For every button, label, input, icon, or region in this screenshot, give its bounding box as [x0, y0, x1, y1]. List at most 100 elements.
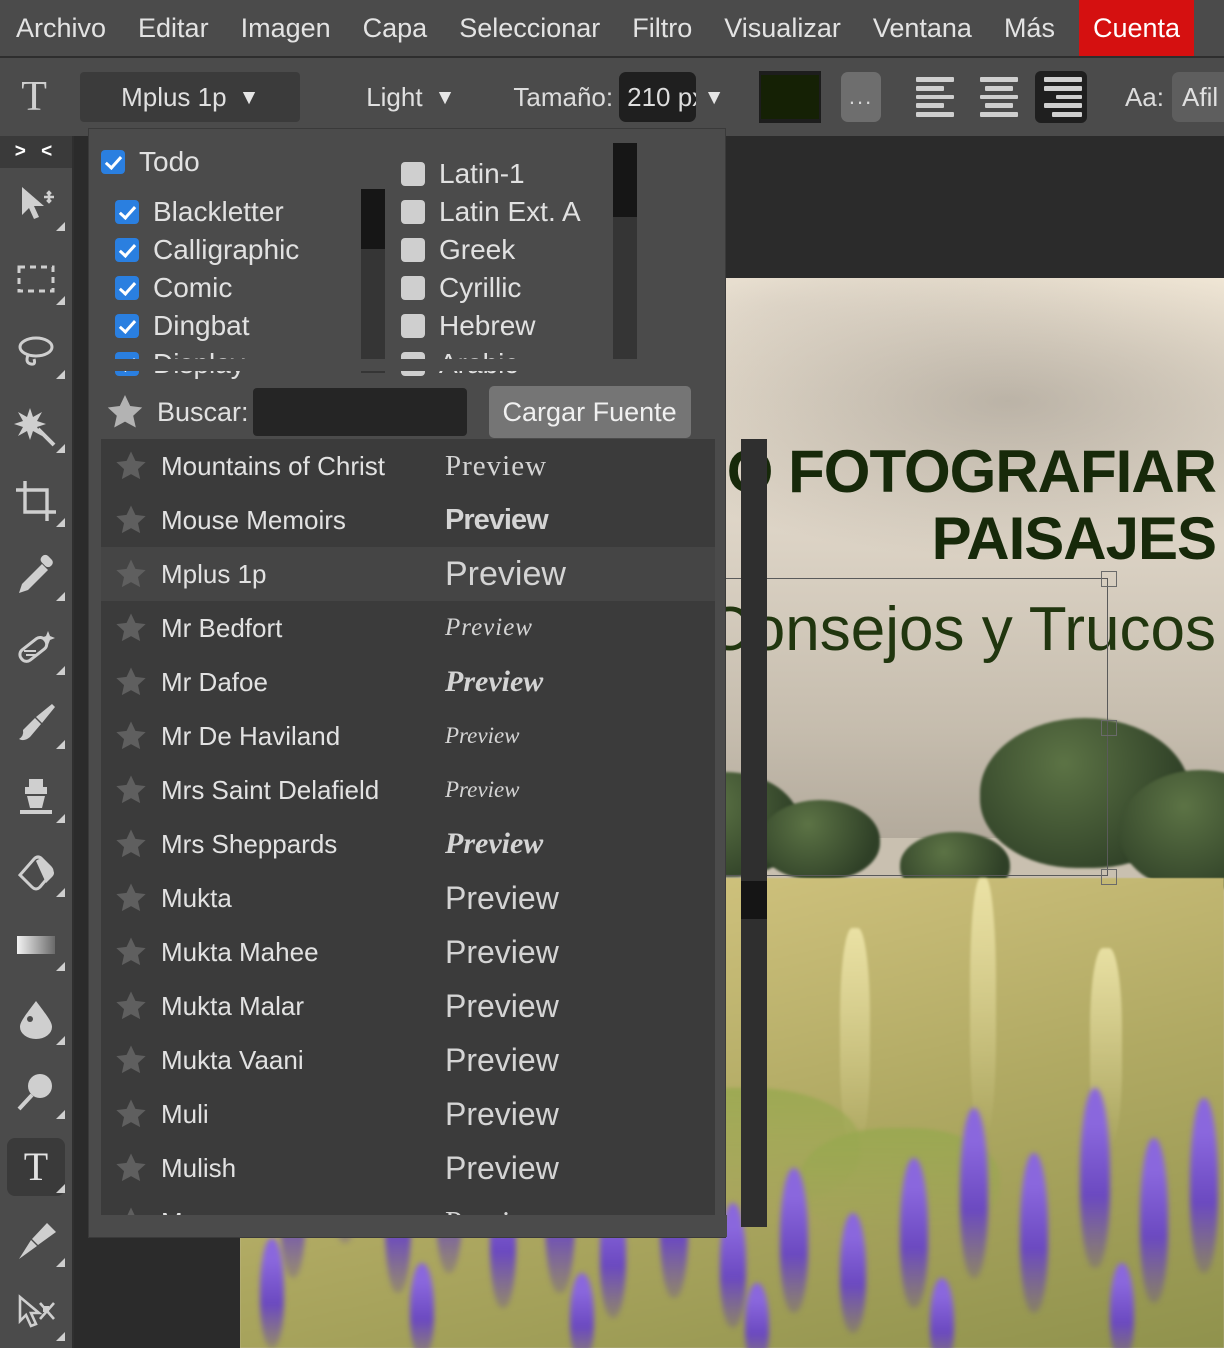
gradient-tool[interactable]: [0, 908, 72, 982]
more-options-button[interactable]: ...: [841, 72, 881, 122]
menu-item-archivo[interactable]: Archivo: [0, 0, 122, 57]
font-list-item[interactable]: Mukta Vaani Preview: [101, 1033, 715, 1087]
font-list-item[interactable]: Mr Dafoe Preview: [101, 655, 715, 709]
path-select-tool[interactable]: [0, 1278, 72, 1348]
font-list-scrollbar-thumb[interactable]: [741, 881, 767, 919]
checkbox-icon-latin1[interactable]: [401, 162, 425, 186]
checkbox-icon-hebrew[interactable]: [401, 314, 425, 338]
favorite-star-icon[interactable]: [103, 390, 147, 434]
eraser-tool[interactable]: [0, 834, 72, 908]
font-list-item-selected[interactable]: Mplus 1p Preview: [101, 547, 715, 601]
menu-item-imagen[interactable]: Imagen: [225, 0, 347, 57]
favorite-star-icon[interactable]: [111, 446, 151, 486]
checkbox-row-cyrillic[interactable]: Cyrillic: [401, 269, 621, 307]
font-list[interactable]: Mountains of Christ Preview Mouse Memoir…: [101, 439, 715, 1227]
font-size-input[interactable]: 210 px: [619, 72, 696, 122]
checkbox-row-todo[interactable]: Todo: [101, 143, 351, 181]
font-list-item[interactable]: Mrs Saint Delafield Preview: [101, 763, 715, 817]
checkbox-row-greek[interactable]: Greek: [401, 231, 621, 269]
paintbrush-tool[interactable]: [0, 686, 72, 760]
font-preview: Preview: [445, 1041, 559, 1078]
favorite-star-icon[interactable]: [111, 770, 151, 810]
favorite-star-icon[interactable]: [111, 554, 151, 594]
pen-tool[interactable]: [0, 1204, 72, 1278]
checkbox-row-dingbat[interactable]: Dingbat: [115, 307, 351, 345]
menu-item-filtro[interactable]: Filtro: [616, 0, 708, 57]
font-list-scrollbar[interactable]: [741, 439, 767, 1227]
checkbox-row-blackletter[interactable]: Blackletter: [115, 193, 351, 231]
selection-handle-top-right[interactable]: [1101, 571, 1117, 587]
favorite-star-icon[interactable]: [111, 1040, 151, 1080]
checkbox-icon-blackletter[interactable]: [115, 200, 139, 224]
checkbox-row-comic[interactable]: Comic: [115, 269, 351, 307]
favorite-star-icon[interactable]: [111, 716, 151, 756]
favorite-star-icon[interactable]: [111, 1094, 151, 1134]
font-list-item[interactable]: Mrs Sheppards Preview: [101, 817, 715, 871]
magic-wand-tool[interactable]: [0, 390, 72, 464]
favorite-star-icon[interactable]: [111, 500, 151, 540]
text-color-swatch[interactable]: [758, 71, 822, 123]
font-list-item[interactable]: Mukta Malar Preview: [101, 979, 715, 1033]
checkbox-icon-cyrillic[interactable]: [401, 276, 425, 300]
load-font-button[interactable]: Cargar Fuente: [488, 386, 691, 438]
category-scrollbar-left-thumb[interactable]: [361, 189, 385, 249]
favorite-star-icon[interactable]: [111, 1148, 151, 1188]
font-list-item[interactable]: Mukta Preview: [101, 871, 715, 925]
clone-stamp-tool[interactable]: [0, 760, 72, 834]
align-left-button[interactable]: [911, 71, 963, 123]
menu-item-mas[interactable]: Más: [988, 0, 1071, 57]
category-scrollbar-left[interactable]: [361, 189, 385, 373]
font-list-item[interactable]: Mukta Mahee Preview: [101, 925, 715, 979]
category-scrollbar-right-thumb[interactable]: [613, 143, 637, 217]
antialias-dropdown[interactable]: Afil: [1172, 72, 1224, 122]
menu-item-seleccionar[interactable]: Seleccionar: [443, 0, 616, 57]
font-list-item[interactable]: Mr De Haviland Preview: [101, 709, 715, 763]
favorite-star-icon[interactable]: [111, 662, 151, 702]
menu-item-editar[interactable]: Editar: [122, 0, 225, 57]
crop-tool[interactable]: [0, 464, 72, 538]
align-right-button[interactable]: [1034, 71, 1087, 123]
checkbox-icon-calligraphic[interactable]: [115, 238, 139, 262]
menu-item-visualizar[interactable]: Visualizar: [708, 0, 857, 57]
lasso-tool[interactable]: [0, 316, 72, 390]
healing-brush-tool[interactable]: [0, 612, 72, 686]
text-tool[interactable]: T: [0, 1130, 72, 1204]
favorite-star-icon[interactable]: [111, 824, 151, 864]
account-button[interactable]: Cuenta: [1078, 0, 1195, 56]
favorite-star-icon[interactable]: [111, 878, 151, 918]
favorite-star-icon[interactable]: [111, 608, 151, 648]
category-scrollbar-right[interactable]: [613, 143, 637, 359]
move-tool[interactable]: [0, 168, 72, 242]
font-list-item[interactable]: Mr Bedfort Preview: [101, 601, 715, 655]
selection-handle-middle-right[interactable]: [1101, 720, 1117, 736]
blur-tool[interactable]: [0, 982, 72, 1056]
font-list-item[interactable]: Mulish Preview: [101, 1141, 715, 1195]
eyedropper-tool[interactable]: [0, 538, 72, 612]
menu-item-capa[interactable]: Capa: [347, 0, 444, 57]
menu-item-ventana[interactable]: Ventana: [857, 0, 988, 57]
font-search-input[interactable]: [252, 388, 467, 436]
marquee-tool[interactable]: [0, 242, 72, 316]
font-list-item[interactable]: Mouse Memoirs Preview: [101, 493, 715, 547]
collapse-palette-button[interactable]: > <: [0, 136, 72, 168]
checkbox-row-latin1[interactable]: Latin-1: [401, 155, 621, 193]
favorite-star-icon[interactable]: [111, 932, 151, 972]
font-list-item[interactable]: Mountains of Christ Preview: [101, 439, 715, 493]
photo-editor-window: Archivo Editar Imagen Capa Seleccionar F…: [0, 0, 1224, 1348]
selection-handle-bottom-right[interactable]: [1101, 869, 1117, 885]
font-size-chevron-down-icon[interactable]: ▼: [704, 87, 725, 108]
font-family-dropdown[interactable]: Mplus 1p ▼: [80, 72, 301, 122]
checkbox-icon-latin-ext-a[interactable]: [401, 200, 425, 224]
checkbox-row-latin-ext-a[interactable]: Latin Ext. A: [401, 193, 621, 231]
checkbox-row-calligraphic[interactable]: Calligraphic: [115, 231, 351, 269]
checkbox-icon-comic[interactable]: [115, 276, 139, 300]
dodge-tool[interactable]: [0, 1056, 72, 1130]
align-center-button[interactable]: [973, 71, 1025, 123]
checkbox-icon-greek[interactable]: [401, 238, 425, 262]
font-list-item[interactable]: Muli Preview: [101, 1087, 715, 1141]
checkbox-icon-dingbat[interactable]: [115, 314, 139, 338]
font-style-dropdown[interactable]: Light ▼: [348, 72, 473, 122]
checkbox-icon-todo[interactable]: [101, 150, 125, 174]
checkbox-row-hebrew[interactable]: Hebrew: [401, 307, 621, 345]
favorite-star-icon[interactable]: [111, 986, 151, 1026]
